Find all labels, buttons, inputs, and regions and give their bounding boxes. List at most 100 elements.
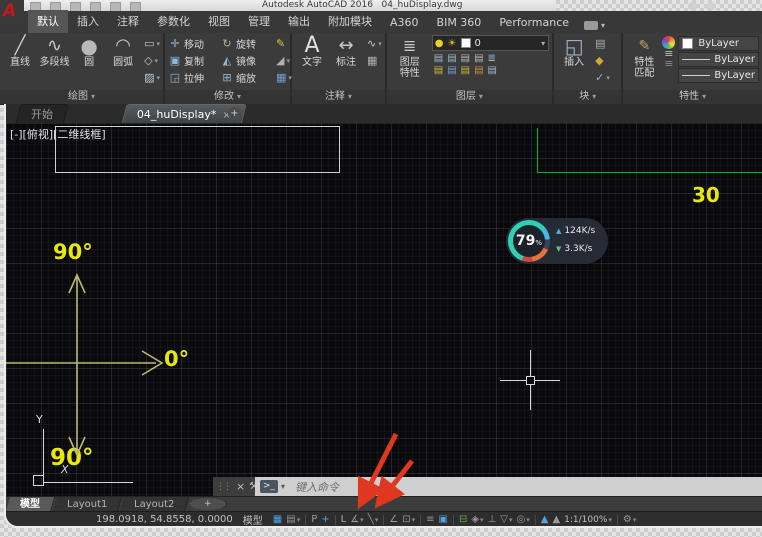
fillet-tool[interactable]: ◢ ▾ (276, 52, 292, 69)
object-color-select[interactable]: ByLayer (678, 36, 759, 51)
chevron-down-icon[interactable]: ▾ (606, 74, 610, 82)
rectangle-tool[interactable]: ▭ ▾ (144, 35, 160, 52)
status-customization[interactable]: ⚙ ▾ (621, 513, 638, 526)
chevron-down-icon[interactable]: ▾ (156, 40, 160, 48)
status-annotation-scale[interactable]: 1:1/100% ▾ (562, 513, 614, 526)
layer-properties-button[interactable]: ≣ 图层 特性 (393, 35, 427, 90)
chevron-down-icon[interactable]: ▾ (541, 39, 545, 48)
hatch-tool[interactable]: ▨ ▾ (144, 69, 160, 86)
ribbon-tab-默认[interactable]: 默认 (28, 10, 68, 33)
layout-tab-Layout2[interactable]: Layout2 (120, 497, 190, 512)
panel-footer-modify[interactable]: 修改 ▾ (165, 90, 290, 104)
status-annotation-autoscale[interactable]: ▲ (550, 513, 562, 526)
performance-recorder-button[interactable]: ▾ (584, 21, 605, 30)
app-menu-button[interactable]: A (0, 0, 24, 24)
match-properties-button[interactable]: ✎ 特性 匹配 (629, 35, 659, 90)
status-polar-tracking[interactable]: ∡ ▾ (348, 513, 365, 526)
chevron-down-icon[interactable]: ▾ (281, 482, 285, 491)
new-layout-button[interactable]: + (189, 498, 227, 510)
status-lineweight[interactable]: ≡ (424, 513, 436, 526)
leader-tool[interactable]: ∿ ▾ (367, 35, 382, 52)
layer-tool-icon[interactable]: ≣ (488, 53, 496, 64)
new-tab-button[interactable]: + (228, 107, 241, 120)
lineweight-list-icon[interactable]: ≡ (664, 58, 673, 69)
layout-tab-模型[interactable]: 模型 (6, 497, 56, 512)
status-selection-filter[interactable]: ▽ ▾ (498, 513, 514, 526)
status-annotation-visibility[interactable]: ▲ (539, 513, 551, 526)
arc-tool[interactable]: ◠ 圆弧 (109, 35, 137, 90)
net-speed-monitor-widget[interactable]: 79% ▲ 124K/s ▼ 3.3K/s (506, 218, 608, 264)
panel-footer-layers[interactable]: 图层 ▾ (386, 90, 553, 104)
scale-tool[interactable]: ⊞ 缩放 (220, 70, 272, 85)
layer-tool-icon[interactable]: ▤ (474, 65, 483, 76)
erase-tool[interactable]: ✎ (276, 35, 292, 52)
edit-block-tool[interactable]: ◆ (595, 52, 610, 69)
ribbon-tab-BIM 360[interactable]: BIM 360 (428, 13, 491, 33)
ribbon-tab-参数化[interactable]: 参数化 (148, 10, 199, 33)
model-space-button[interactable]: 模型 (243, 512, 263, 526)
line-tool[interactable]: ╱ 直线 (6, 35, 34, 90)
layer-tool-icon[interactable]: ▤ (488, 65, 497, 76)
drawing-canvas[interactable]: [-][俯视][二维线框] 30 90° 0° 90° Y X 79% ▲ 12… (6, 123, 762, 496)
panel-footer-draw[interactable]: 绘图 ▾ (0, 90, 163, 104)
command-prompt-icon[interactable]: >_ (260, 480, 279, 493)
status-grid-display[interactable]: ▦ (271, 513, 284, 526)
ribbon-tab-视图[interactable]: 视图 (199, 10, 239, 33)
status-dynamic-ucs[interactable]: ⊥ (486, 513, 499, 526)
ribbon-tab-插入[interactable]: 插入 (68, 10, 108, 33)
command-bar-grip[interactable]: ⋮⋮ × ⚒ (213, 477, 258, 496)
chevron-down-icon[interactable]: ▾ (286, 57, 290, 65)
ribbon-tab-输出[interactable]: 输出 (279, 10, 319, 33)
chevron-down-icon[interactable]: ▾ (378, 40, 382, 48)
mirror-tool[interactable]: ◭ 镜像 (220, 53, 272, 68)
layer-tool-icon[interactable]: ▤ (447, 53, 456, 64)
array-tool[interactable]: ▦ ▾ (276, 69, 292, 86)
linetype-select[interactable]: ByLayer (678, 68, 759, 83)
status-isometric-drafting[interactable]: ╲ ▾ (366, 513, 381, 526)
status-object-snap[interactable]: ⊡ ▾ (400, 513, 417, 526)
status-infer-constraints[interactable]: P (309, 513, 319, 526)
table-tool[interactable]: ▦ (367, 52, 382, 69)
close-icon[interactable]: × (236, 480, 245, 493)
status-transparency[interactable]: ▣ (437, 513, 450, 526)
stretch-tool[interactable]: ◲ 拉伸 (168, 70, 220, 85)
layer-tool-icon[interactable]: ▤ (474, 53, 483, 64)
status-dynamic-input[interactable]: + (319, 513, 331, 526)
chevron-down-icon[interactable]: ▾ (156, 74, 160, 82)
create-block-tool[interactable]: ▤ (595, 35, 610, 52)
layer-tool-icon[interactable]: ▤ (434, 65, 443, 76)
text-tool[interactable]: A 文字 (298, 35, 326, 90)
polyline-tool[interactable]: ∿ 多段线 (40, 35, 70, 90)
ribbon-tab-Performance[interactable]: Performance (490, 13, 578, 33)
circle-tool[interactable]: ● 圆 (75, 35, 103, 90)
move-tool[interactable]: ✛ 移动 (168, 36, 220, 51)
ribbon-tab-管理[interactable]: 管理 (239, 10, 279, 33)
chevron-down-icon[interactable]: ▾ (155, 57, 159, 65)
panel-footer-annotate[interactable]: 注释 ▾ (292, 90, 385, 104)
ribbon-tab-注释[interactable]: 注释 (108, 10, 148, 33)
status-selection-cycling[interactable]: ⊟ (457, 513, 469, 526)
status-osnap-tracking[interactable]: ∠ (387, 513, 400, 526)
panel-footer-properties[interactable]: 特性 ▾ (623, 90, 762, 104)
layout-tab-Layout1[interactable]: Layout1 (52, 497, 123, 512)
ribbon-tab-A360[interactable]: A360 (381, 13, 428, 33)
dimension-tool[interactable]: ↔ 标注 (332, 35, 360, 90)
copy-tool[interactable]: ▣ 复制 (168, 53, 220, 68)
layer-tool-icon[interactable]: ▤ (434, 53, 443, 64)
status-gizmo[interactable]: ◎ ▾ (515, 513, 532, 526)
file-tab-start[interactable]: 开始 (15, 104, 69, 125)
command-input[interactable]: >_ ▾ 键入命令 (255, 477, 762, 496)
block-attributes-tool[interactable]: ✓ ▾ (595, 69, 610, 86)
lineweight-select[interactable]: ByLayer (678, 52, 759, 67)
status-3d-object-snap[interactable]: ◈ ▾ (469, 513, 485, 526)
layer-tool-icon[interactable]: ▤ (461, 53, 470, 64)
drag-handle-icon[interactable]: ⋮⋮ (216, 482, 232, 492)
ellipse-tool[interactable]: ◇ ▾ (144, 52, 160, 69)
status-ortho-mode[interactable]: L (339, 513, 349, 526)
ribbon-tab-附加模块[interactable]: 附加模块 (319, 10, 381, 33)
layer-tool-icon[interactable]: ▤ (461, 65, 470, 76)
insert-block-button[interactable]: ◱ 插入 (560, 35, 588, 90)
layer-tool-icon[interactable]: ▤ (447, 65, 456, 76)
panel-footer-block[interactable]: 块 ▾ (554, 90, 622, 104)
status-snap-mode[interactable]: ▤ ▾ (284, 513, 302, 526)
